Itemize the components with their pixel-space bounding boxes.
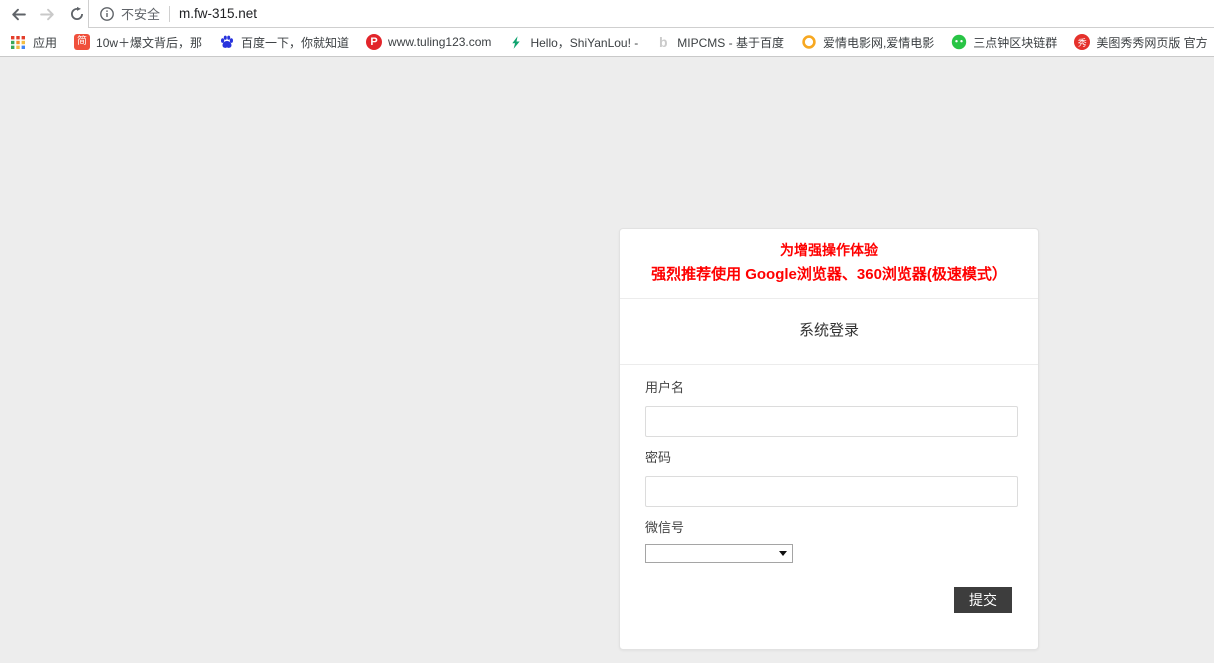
submit-row: 提交: [645, 587, 1018, 613]
back-icon[interactable]: [8, 3, 29, 25]
apps-grid-icon: [10, 34, 26, 50]
apps-shortcut[interactable]: 应用: [10, 34, 57, 51]
security-label: 不安全: [121, 4, 160, 23]
password-label: 密码: [645, 449, 1018, 466]
bookmark-label: 三点钟区块链群: [973, 34, 1057, 51]
username-label: 用户名: [645, 379, 1018, 396]
bookmark-label: MIPCMS - 基于百度: [677, 34, 784, 51]
wechat-green-icon: [951, 34, 967, 50]
forward-icon[interactable]: [37, 3, 58, 25]
notice-line-1: 为增强操作体验: [630, 242, 1028, 258]
login-title: 系统登录: [799, 322, 859, 339]
notice-line-2: 强烈推荐使用 Google浏览器、360浏览器(极速模式）: [630, 266, 1028, 283]
bookmark-item[interactable]: 百度一下，你就知道: [219, 34, 349, 51]
page-content: 为增强操作体验 强烈推荐使用 Google浏览器、360浏览器(极速模式） 系统…: [0, 57, 1214, 663]
bookmarks-bar: 应用 简 10w＋爆文背后，那 百度一下，你就知道 Pwww.tuling123.co…: [0, 28, 1214, 57]
p-badge-icon: P: [366, 34, 382, 50]
username-input[interactable]: [645, 406, 1018, 437]
bookmark-item[interactable]: 简 10w＋爆文背后，那: [74, 34, 202, 51]
omnibox-separator: [169, 6, 170, 22]
wechat-select-wrap: [645, 544, 793, 563]
bookmark-label: Hello，ShiYanLou! -: [530, 34, 638, 51]
jian-badge-icon: 简: [74, 34, 90, 50]
browser-toolbar: 不安全 m.fw-315.net: [0, 0, 1214, 28]
bookmark-label: 百度一下，你就知道: [241, 34, 349, 51]
bookmark-label: 10w＋爆文背后，那: [96, 34, 202, 51]
login-title-row: 系统登录: [620, 299, 1038, 365]
bookmark-item[interactable]: Hello，ShiYanLou! -: [508, 34, 638, 51]
wechat-label: 微信号: [645, 519, 1018, 536]
submit-button[interactable]: 提交: [954, 587, 1012, 613]
info-icon: [99, 6, 115, 22]
bookmark-item[interactable]: 三点钟区块链群: [951, 34, 1057, 51]
login-panel: 为增强操作体验 强烈推荐使用 Google浏览器、360浏览器(极速模式） 系统…: [619, 228, 1039, 650]
login-form: 用户名 密码 微信号 提交: [620, 379, 1038, 613]
xiu-badge-icon: 秀: [1074, 34, 1090, 50]
shiyanlou-bolt-icon: [508, 34, 524, 50]
url-text: m.fw-315.net: [179, 6, 257, 21]
password-input[interactable]: [645, 476, 1018, 507]
nav-buttons: [0, 0, 88, 28]
orange-ring-icon: [801, 34, 817, 50]
apps-label: 应用: [33, 34, 57, 51]
address-bar[interactable]: 不安全 m.fw-315.net: [88, 0, 1214, 28]
bookmark-item[interactable]: b MIPCMS - 基于百度: [655, 34, 784, 51]
security-chip[interactable]: 不安全: [99, 4, 160, 23]
bookmark-label: 爱情电影网,爱情电影: [823, 34, 934, 51]
bookmark-item[interactable]: 爱情电影网,爱情电影: [801, 34, 934, 51]
letter-b-icon: b: [655, 34, 671, 50]
reload-icon[interactable]: [67, 3, 88, 25]
bookmark-item[interactable]: Pwww.tuling123.com: [366, 34, 491, 50]
bookmark-label: www.tuling123.com: [388, 35, 491, 49]
bookmark-item[interactable]: 秀美图秀秀网页版 官方: [1074, 34, 1207, 51]
bookmark-label: 美图秀秀网页版 官方: [1096, 34, 1207, 51]
wechat-select[interactable]: [645, 544, 793, 563]
bookmarks-list: 简 10w＋爆文背后，那 百度一下，你就知道 Pwww.tuling123.com He…: [74, 34, 1208, 51]
baidu-paw-icon: [219, 34, 235, 50]
browser-notice: 为增强操作体验 强烈推荐使用 Google浏览器、360浏览器(极速模式）: [620, 229, 1038, 299]
